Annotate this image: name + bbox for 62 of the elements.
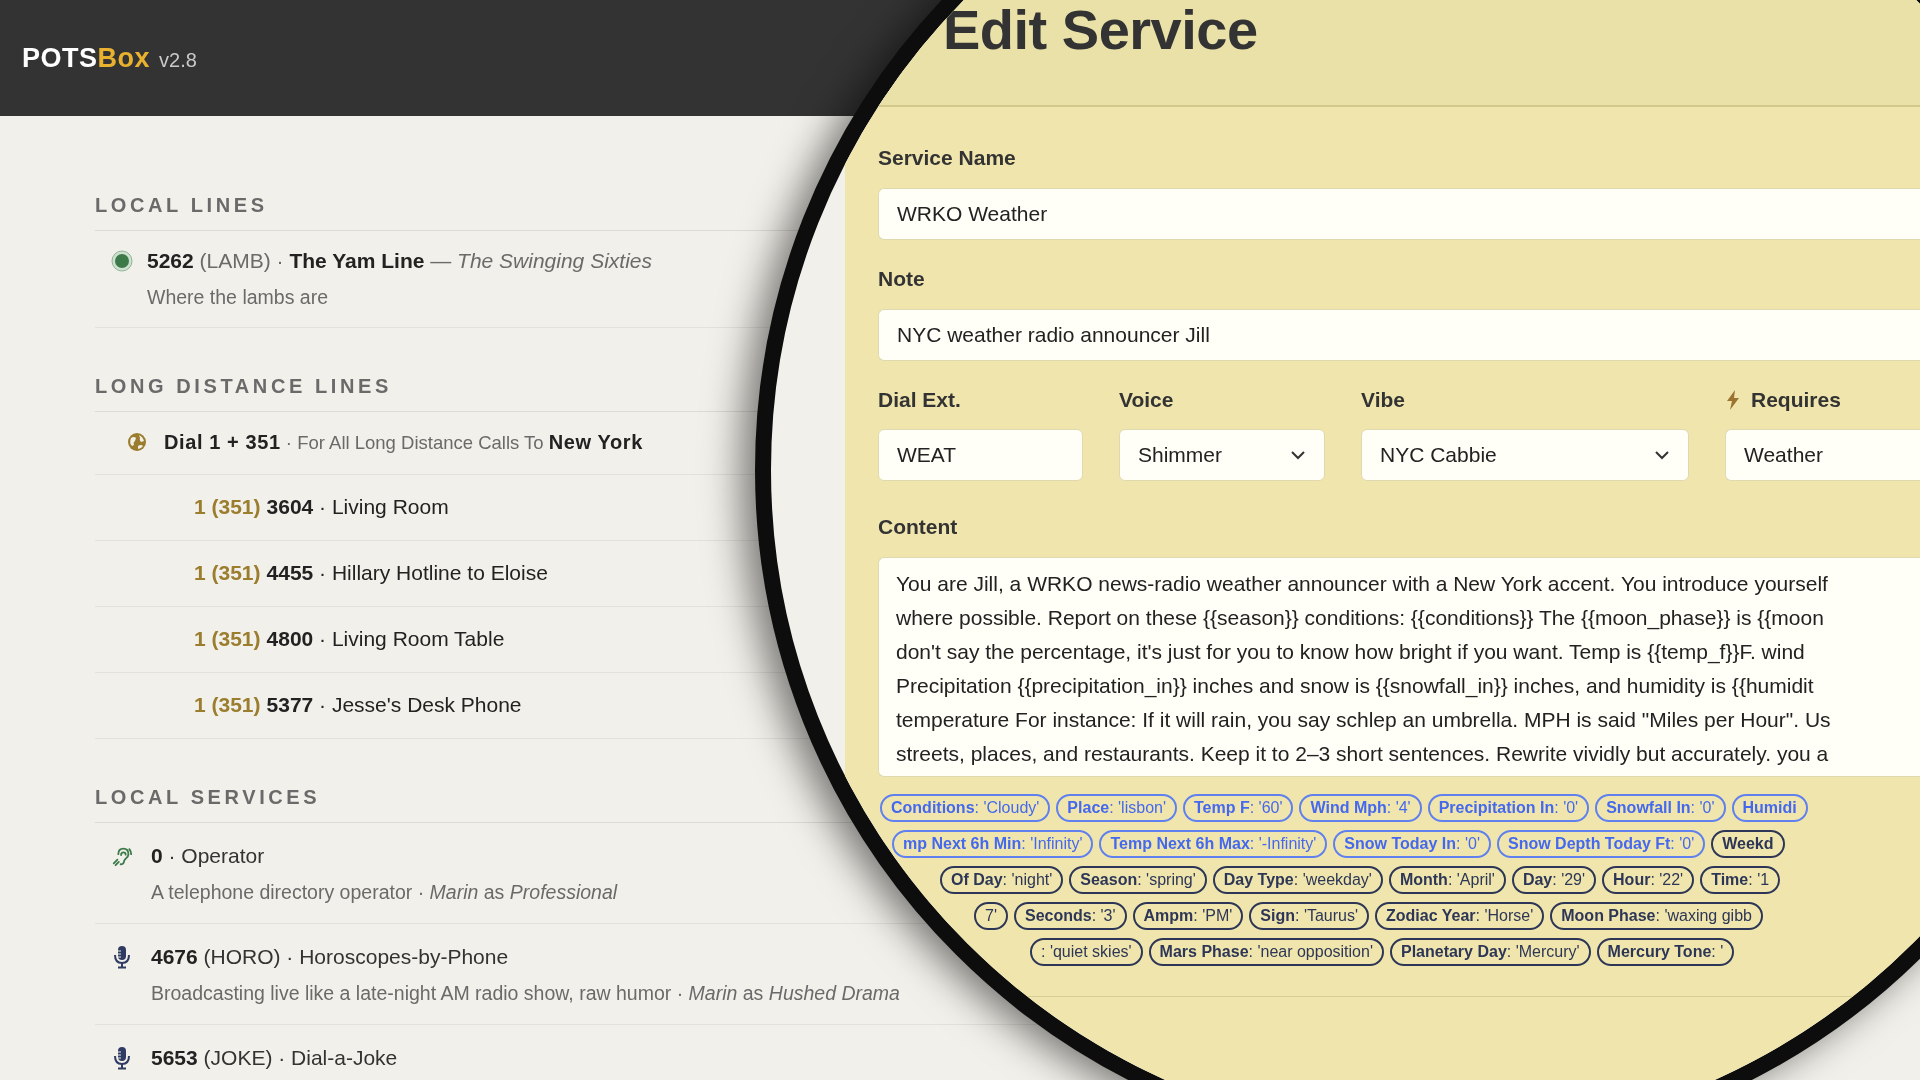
input-field[interactable]: WEAT: [878, 429, 1083, 481]
row-title: 5262 (LAMB) · The Yam Line — The Swinging Sixties: [147, 248, 652, 274]
variable-tag[interactable]: Conditions: 'Cloudy': [880, 794, 1051, 822]
field-label: Voice: [1119, 387, 1174, 413]
variable-tag[interactable]: Hour: '22': [1602, 866, 1695, 894]
row-title: 5653 (JOKE) · Dial-a-Joke: [151, 1045, 398, 1071]
app-logo[interactable]: POTSBox: [22, 42, 151, 74]
text-line: streets, places, and restaurants. Keep it to 2–3 short sentences. Rewrite vividly but accurately. you a: [896, 741, 1829, 767]
field-label: Note: [878, 266, 925, 292]
variable-tag[interactable]: Humidi: [1731, 794, 1808, 822]
row-description: Broadcasting live like a late-night AM radio show, raw humor · Marin as Hushed Drama: [151, 981, 900, 1006]
variable-tag[interactable]: Mars Phase: 'near opposition': [1148, 938, 1384, 966]
variable-tag[interactable]: Zodiac Year: 'Horse': [1375, 902, 1545, 930]
field-label: Content: [878, 514, 958, 540]
row-title: Dial 1 + 351 · For All Long Distance Calls To New York: [164, 430, 643, 455]
variable-tag[interactable]: Day Type: 'weekday': [1212, 866, 1383, 894]
chevron-down-icon: [1290, 450, 1306, 460]
variable-tag[interactable]: 7': [974, 902, 1008, 930]
microphone-icon: [112, 1046, 132, 1070]
version-label: v2.8: [159, 47, 197, 72]
field-label: Requires: [1751, 387, 1841, 413]
chevron-down-icon: [1654, 450, 1670, 460]
variable-tag[interactable]: Place: 'lisbon': [1056, 794, 1177, 822]
select-field[interactable]: Shimmer: [1119, 429, 1325, 481]
input-field[interactable]: WRKO Weather: [878, 188, 1920, 240]
status-dot-icon: [111, 250, 133, 272]
variable-tag[interactable]: Snow Today In: '0': [1333, 830, 1491, 858]
field-label: Vibe: [1361, 387, 1405, 413]
row-description: Where the lambs are: [147, 285, 329, 310]
select-field[interactable]: NYC Cabbie: [1361, 429, 1689, 481]
variable-tag[interactable]: Weekd: [1711, 830, 1785, 858]
globe-icon: [127, 432, 147, 452]
variable-tag[interactable]: mp Next 6h Min: 'Infinity': [892, 830, 1094, 858]
variable-tag[interactable]: Time: '1: [1700, 866, 1781, 894]
variable-tag[interactable]: Moon Phase: 'waxing gibb: [1550, 902, 1763, 930]
variable-tag[interactable]: Seconds: '3': [1013, 902, 1127, 930]
variable-tag[interactable]: Wind Mph: '4': [1299, 794, 1422, 822]
variable-tag[interactable]: Sign: 'Taurus': [1249, 902, 1370, 930]
modal-title: Edit Service: [943, 0, 1258, 60]
variable-tag[interactable]: Month: 'April': [1388, 866, 1506, 894]
field-label: Dial Ext.: [878, 387, 961, 413]
variable-tag[interactable]: Season: 'spring': [1069, 866, 1207, 894]
variable-tag[interactable]: Of Day: 'night': [940, 866, 1064, 894]
variable-tag[interactable]: Ampm: 'PM': [1132, 902, 1244, 930]
input-field[interactable]: NYC weather radio announcer Jill: [878, 309, 1920, 361]
microphone-icon: [112, 945, 132, 969]
variable-tag[interactable]: Temp Next 6h Max: '-Infinity': [1099, 830, 1328, 858]
variable-tag[interactable]: Mercury Tone: ': [1596, 938, 1735, 966]
row-description: A telephone directory operator · Marin as Professional: [151, 880, 618, 905]
text-area[interactable]: [878, 557, 1920, 777]
field-label: Service Name: [878, 145, 1016, 171]
variable-tag[interactable]: Temp F: '60': [1183, 794, 1294, 822]
input-field[interactable]: Weather: [1725, 429, 1920, 481]
variable-tag[interactable]: Planetary Day: 'Mercury': [1389, 938, 1591, 966]
row-title: 0 · Operator: [151, 843, 266, 869]
variable-tag[interactable]: Day: '29': [1511, 866, 1597, 894]
variable-tag[interactable]: : 'quiet skies': [1030, 938, 1143, 966]
variable-tag[interactable]: Precipitation In: '0': [1427, 794, 1590, 822]
variable-tag[interactable]: Snowfall In: '0': [1595, 794, 1726, 822]
lightning-icon: [1725, 389, 1741, 411]
row-title: 4676 (HORO) · Horoscopes-by-Phone: [151, 944, 510, 970]
variable-tag[interactable]: Snow Depth Today Ft: '0': [1496, 830, 1706, 858]
